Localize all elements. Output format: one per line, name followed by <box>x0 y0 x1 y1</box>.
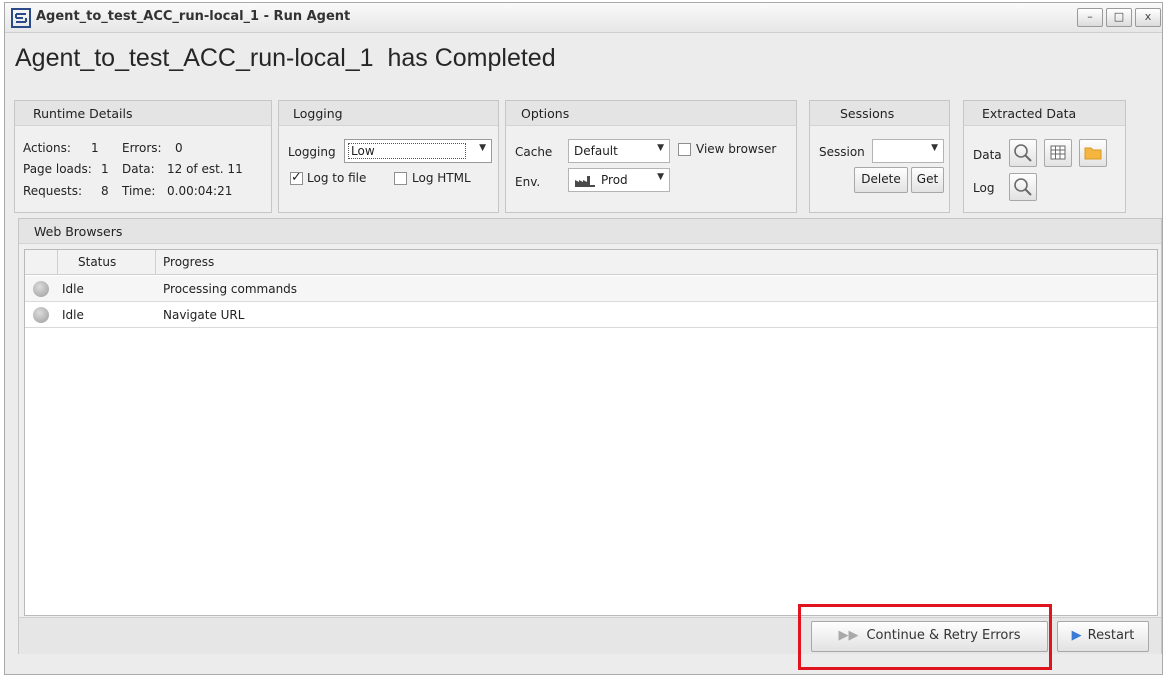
web-browsers-panel: Web Browsers Status Progress Idle Proces… <box>18 218 1162 654</box>
minimize-button[interactable]: – <box>1077 8 1103 27</box>
get-session-button[interactable]: Get <box>911 167 944 193</box>
chevron-down-icon: ▼ <box>657 143 664 153</box>
window-title: Agent_to_test_ACC_run-local_1 - Run Agen… <box>36 9 351 24</box>
errors-value: 0 <box>175 141 183 155</box>
search-icon <box>1014 178 1032 196</box>
options-group: Options Cache Default ▼ View browser Env… <box>505 100 797 213</box>
requests-label: Requests: <box>23 184 83 198</box>
log-html-label: Log HTML <box>412 171 471 185</box>
sessions-title: Sessions <box>840 106 895 121</box>
cache-label: Cache <box>515 145 553 159</box>
sessions-group: Sessions Session ▼ Delete Get <box>809 100 950 213</box>
title-bar: Agent_to_test_ACC_run-local_1 - Run Agen… <box>5 3 1162 33</box>
data-grid-button[interactable] <box>1044 139 1072 167</box>
open-folder-button[interactable] <box>1079 139 1107 167</box>
requests-value: 8 <box>101 184 109 198</box>
pageloads-label: Page loads: <box>23 162 92 176</box>
row-status: Idle <box>62 308 84 322</box>
data-label: Data: <box>122 162 155 176</box>
view-log-button[interactable] <box>1009 173 1037 201</box>
status-idle-icon <box>33 281 49 297</box>
log-to-file-label: Log to file <box>307 171 367 185</box>
runtime-details-title: Runtime Details <box>33 106 133 121</box>
column-separator <box>57 250 58 275</box>
environment-value: Prod <box>601 173 628 187</box>
row-progress: Processing commands <box>163 282 298 296</box>
grid-header: Status Progress <box>25 250 1157 275</box>
errors-label: Errors: <box>122 141 162 155</box>
extracted-data-header: Extracted Data <box>964 101 1125 126</box>
view-browser-label: View browser <box>696 142 777 156</box>
log-html-checkbox[interactable] <box>394 172 407 185</box>
extracted-log-label: Log <box>973 181 995 195</box>
chevron-down-icon: ▼ <box>931 143 938 153</box>
app-logo-icon <box>11 8 31 28</box>
column-header-progress[interactable]: Progress <box>163 255 214 269</box>
status-idle-icon <box>33 307 49 323</box>
logging-title: Logging <box>293 106 343 121</box>
environment-select[interactable]: Prod ▼ <box>568 168 670 192</box>
web-browsers-title: Web Browsers <box>34 224 123 239</box>
run-agent-window: Agent_to_test_ACC_run-local_1 - Run Agen… <box>4 2 1163 675</box>
session-label: Session <box>819 145 865 159</box>
logging-header: Logging <box>279 101 498 126</box>
env-label: Env. <box>515 175 541 189</box>
grid-table-icon <box>1050 145 1066 160</box>
row-progress: Navigate URL <box>163 308 245 322</box>
runtime-details-group: Runtime Details Actions: 1 Errors: 0 Pag… <box>14 100 272 213</box>
close-icon: x <box>1144 10 1152 23</box>
highlight-box <box>798 604 1052 670</box>
actions-value: 1 <box>91 141 99 155</box>
logging-label: Logging <box>288 145 336 159</box>
table-row[interactable]: Idle Processing commands <box>25 276 1157 302</box>
cache-value: Default <box>574 144 618 158</box>
sessions-header: Sessions <box>810 101 949 126</box>
minimize-icon: – <box>1087 10 1093 23</box>
extracted-data-label: Data <box>973 148 1002 162</box>
time-label: Time: <box>122 184 156 198</box>
factory-icon <box>575 176 595 187</box>
maximize-icon: □ <box>1113 10 1125 23</box>
session-select[interactable]: ▼ <box>872 139 944 163</box>
chevron-down-icon: ▼ <box>479 143 486 153</box>
maximize-button[interactable]: □ <box>1106 8 1132 27</box>
restart-button[interactable]: ▶ Restart <box>1057 621 1149 652</box>
options-header: Options <box>506 101 796 126</box>
row-status: Idle <box>62 282 84 296</box>
search-icon <box>1014 144 1032 162</box>
runtime-details-header: Runtime Details <box>15 101 271 126</box>
close-button[interactable]: x <box>1135 8 1161 27</box>
column-header-status[interactable]: Status <box>78 255 116 269</box>
browsers-grid: Status Progress Idle Processing commands… <box>24 249 1158 616</box>
logging-level-select[interactable]: Low ▼ <box>344 139 492 163</box>
actions-label: Actions: <box>23 141 71 155</box>
pageloads-value: 1 <box>101 162 109 176</box>
cache-select[interactable]: Default ▼ <box>568 139 670 163</box>
options-title: Options <box>521 106 570 121</box>
chevron-down-icon: ▼ <box>657 172 664 182</box>
time-value: 0.00:04:21 <box>167 184 233 198</box>
log-to-file-checkbox[interactable]: ✓ <box>290 170 303 185</box>
page-title: Agent_to_test_ACC_run-local_1 has Comple… <box>15 44 556 72</box>
extracted-data-title: Extracted Data <box>982 106 1077 121</box>
logging-level-value: Low <box>348 143 466 159</box>
column-separator <box>155 250 156 275</box>
table-row[interactable]: Idle Navigate URL <box>25 302 1157 328</box>
delete-session-button[interactable]: Delete <box>854 167 908 193</box>
folder-icon <box>1084 147 1102 160</box>
web-browsers-header: Web Browsers <box>19 219 1161 244</box>
view-browser-checkbox[interactable] <box>678 143 691 156</box>
extracted-data-group: Extracted Data Data Log <box>963 100 1126 213</box>
data-value: 12 of est. 11 <box>167 162 243 176</box>
view-data-button[interactable] <box>1009 139 1037 167</box>
checkmark-icon: ✓ <box>291 170 302 185</box>
logging-group: Logging Logging Low ▼ ✓ Log to file Log … <box>278 100 499 213</box>
play-icon: ▶ <box>1071 628 1082 643</box>
restart-label: Restart <box>1087 628 1135 643</box>
